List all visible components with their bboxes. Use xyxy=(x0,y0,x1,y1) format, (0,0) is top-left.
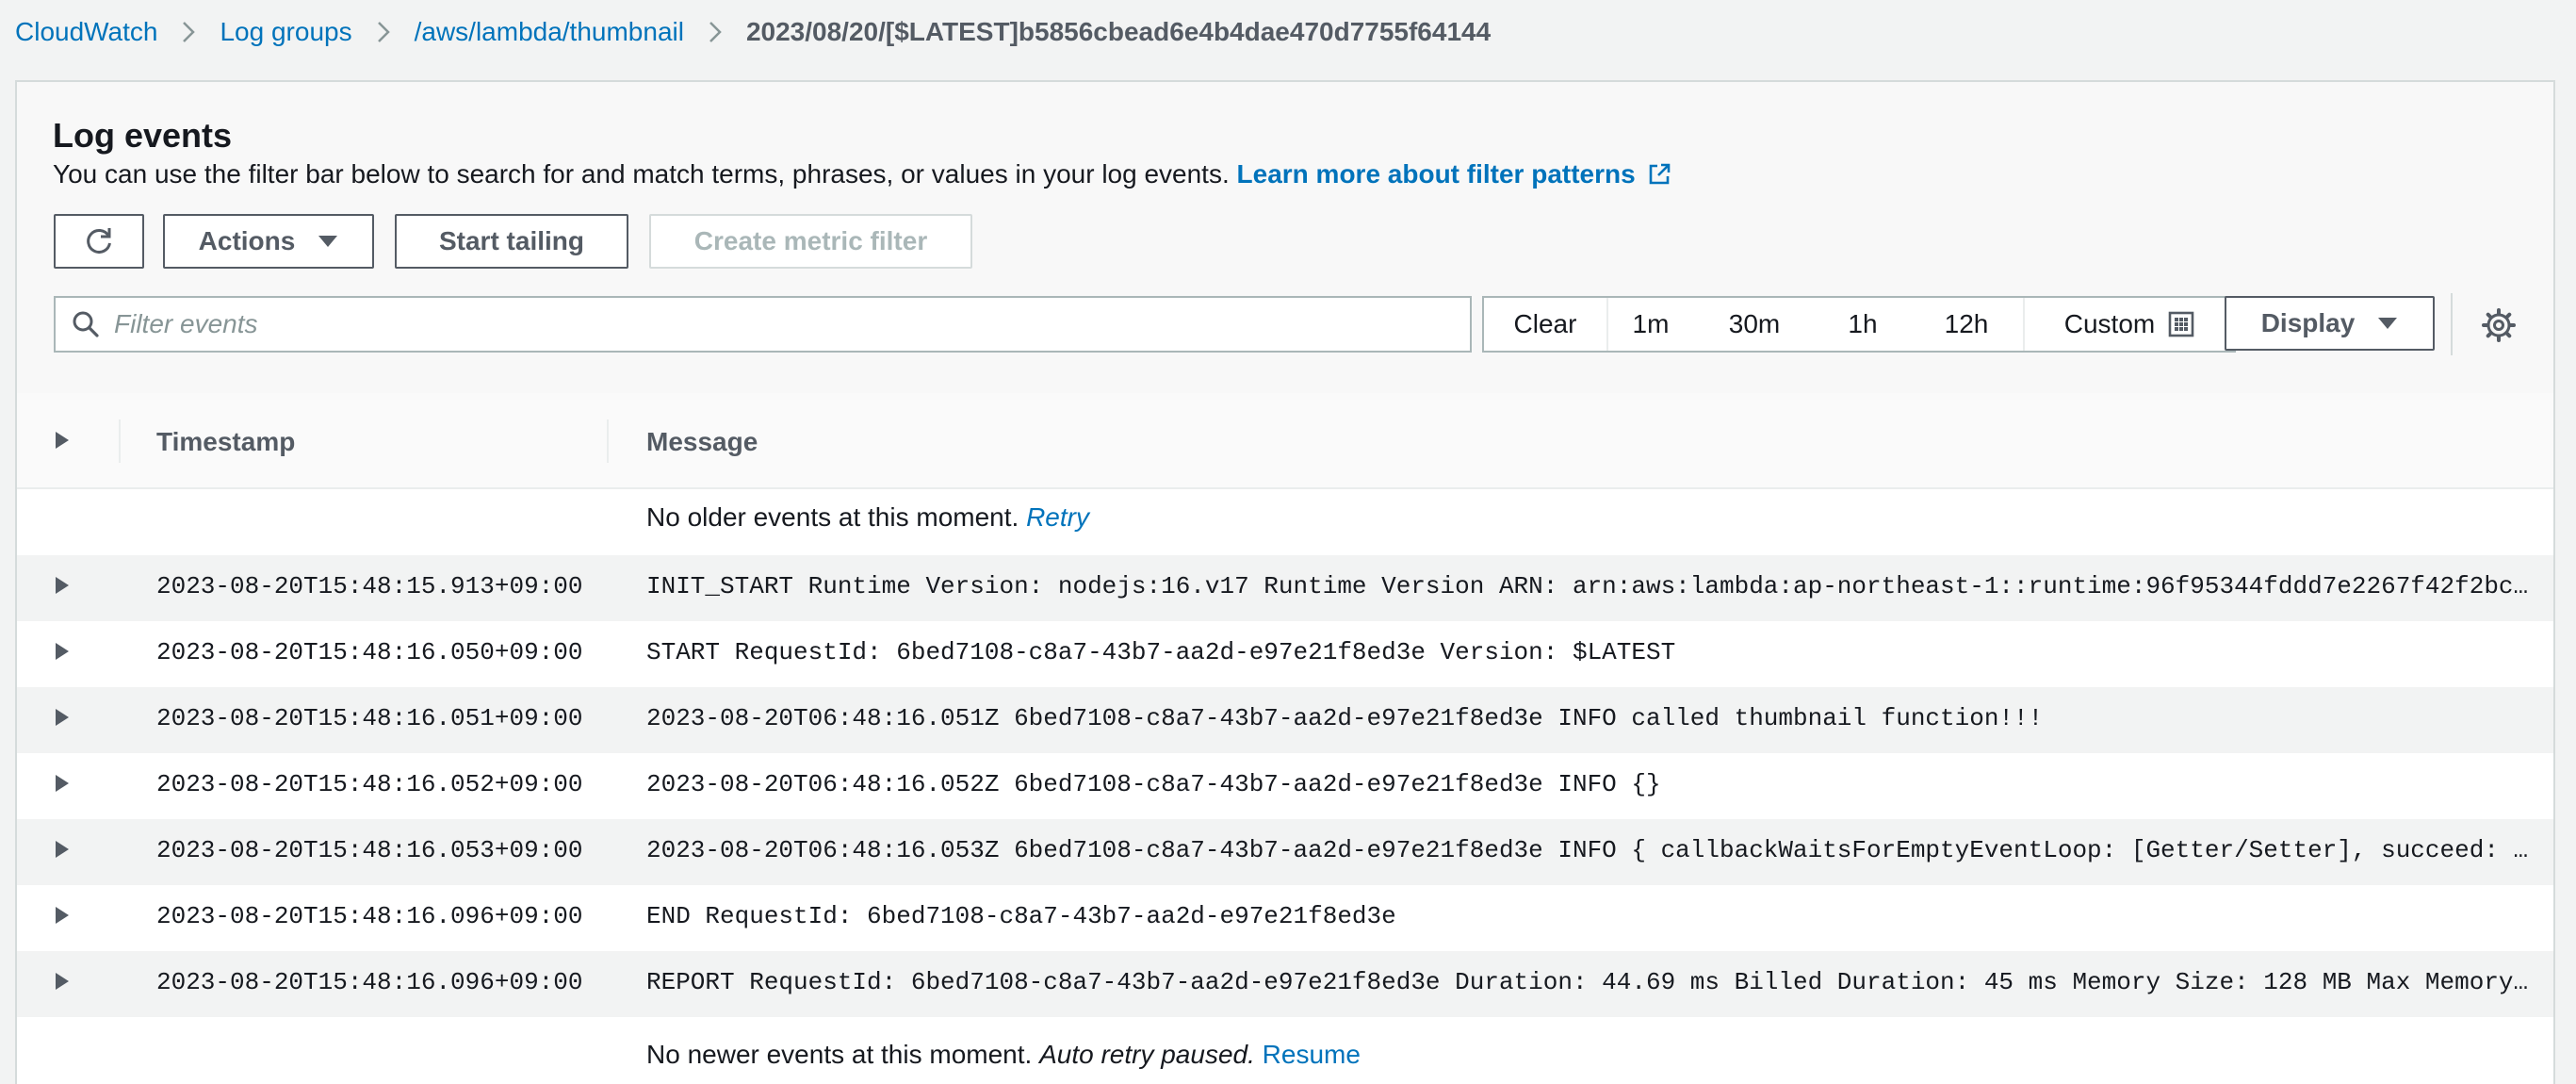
time-range-1m[interactable]: 1m xyxy=(1608,298,1693,351)
learn-more-link[interactable]: Learn more about filter patterns xyxy=(1237,159,1671,189)
refresh-icon xyxy=(87,228,111,254)
custom-label: Custom xyxy=(2063,309,2156,338)
time-range-12h[interactable]: 12h xyxy=(1910,298,2025,351)
refresh-button[interactable] xyxy=(54,214,144,269)
breadcrumb-log-group[interactable]: /aws/lambda/thumbnail xyxy=(415,17,684,47)
table-header: Timestamp Message xyxy=(17,393,2553,489)
row-message: START RequestId: 6bed7108-c8a7-43b7-aa2d… xyxy=(646,638,1676,666)
row-message: 2023-08-20T06:48:16.052Z 6bed7108-c8a7-4… xyxy=(646,770,1661,798)
chevron-right-icon xyxy=(182,21,196,43)
gear-icon[interactable] xyxy=(2482,308,2516,342)
panel-header: Log events You can use the filter bar be… xyxy=(17,82,2553,395)
resume-link[interactable]: Resume xyxy=(1263,1040,1361,1069)
row-timestamp: 2023-08-20T15:48:16.053+09:00 xyxy=(156,836,583,864)
column-divider xyxy=(607,419,609,463)
time-range-1h[interactable]: 1h xyxy=(1816,298,1910,351)
row-timestamp: 2023-08-20T15:48:16.051+09:00 xyxy=(156,704,583,732)
column-header-timestamp[interactable]: Timestamp xyxy=(156,427,295,457)
caret-down-icon xyxy=(318,236,338,247)
breadcrumb-current-stream: 2023/08/20/[$LATEST]b5856cbead6e4b4dae47… xyxy=(745,17,1492,46)
table-row[interactable]: 2023-08-20T15:48:16.051+09:00 2023-08-20… xyxy=(17,687,2553,753)
expand-arrow-icon[interactable] xyxy=(55,576,70,599)
filter-events-input[interactable] xyxy=(112,308,1435,340)
column-divider xyxy=(119,419,121,463)
column-header-message[interactable]: Message xyxy=(646,427,758,457)
description-text: You can use the filter bar below to sear… xyxy=(53,159,1230,189)
display-button[interactable]: Display xyxy=(2225,296,2435,351)
expand-arrow-icon[interactable] xyxy=(55,906,70,929)
search-icon xyxy=(71,309,101,339)
row-timestamp: 2023-08-20T15:48:16.050+09:00 xyxy=(156,638,583,666)
actions-label: Actions xyxy=(198,226,296,255)
newer-events-notice: No newer events at this moment. Auto ret… xyxy=(646,1040,1361,1070)
log-event-rows: 2023-08-20T15:48:15.913+09:00 INIT_START… xyxy=(17,555,2553,1017)
breadcrumb-log-groups[interactable]: Log groups xyxy=(220,17,351,47)
time-range-custom[interactable]: Custom xyxy=(2025,298,2234,351)
row-message: 2023-08-20T06:48:16.051Z 6bed7108-c8a7-4… xyxy=(646,704,2044,732)
actions-button[interactable]: Actions xyxy=(163,214,374,269)
expand-arrow-icon[interactable] xyxy=(55,774,70,797)
table-row[interactable]: 2023-08-20T15:48:16.050+09:00 START Requ… xyxy=(17,621,2553,687)
toolbar-divider xyxy=(2451,293,2453,355)
panel-description: You can use the filter bar below to sear… xyxy=(53,159,1671,189)
log-events-panel: Log events You can use the filter bar be… xyxy=(15,80,2555,1084)
time-range-selector: Clear 1m 30m 1h 12h Custom xyxy=(1482,296,2236,353)
table-row[interactable]: 2023-08-20T15:48:16.052+09:00 2023-08-20… xyxy=(17,753,2553,819)
filter-events-field xyxy=(54,296,1472,353)
table-row[interactable]: 2023-08-20T15:48:16.096+09:00 END Reques… xyxy=(17,885,2553,951)
breadcrumb-cloudwatch[interactable]: CloudWatch xyxy=(15,17,157,47)
table-row[interactable]: 2023-08-20T15:48:16.096+09:00 REPORT Req… xyxy=(17,951,2553,1017)
retry-link[interactable]: Retry xyxy=(1026,502,1089,532)
expand-arrow-icon[interactable] xyxy=(55,708,70,731)
start-tailing-button[interactable]: Start tailing xyxy=(395,214,628,269)
display-label: Display xyxy=(2260,308,2356,337)
page-title: Log events xyxy=(53,116,233,155)
expand-arrow-icon[interactable] xyxy=(55,972,70,995)
chevron-right-icon xyxy=(377,21,390,43)
table-row[interactable]: 2023-08-20T15:48:16.053+09:00 2023-08-20… xyxy=(17,819,2553,885)
row-message: REPORT RequestId: 6bed7108-c8a7-43b7-aa2… xyxy=(646,968,2536,996)
newer-notice-text: No newer events at this moment. xyxy=(646,1040,1033,1069)
row-message: END RequestId: 6bed7108-c8a7-43b7-aa2d-e… xyxy=(646,902,1396,930)
older-notice-text: No older events at this moment. xyxy=(646,502,1019,532)
create-metric-filter-button[interactable]: Create metric filter xyxy=(649,214,972,269)
time-range-30m[interactable]: 30m xyxy=(1693,298,1816,351)
caret-down-icon xyxy=(2378,318,2398,329)
time-range-clear[interactable]: Clear xyxy=(1484,298,1608,351)
expand-arrow-icon[interactable] xyxy=(55,840,70,863)
row-timestamp: 2023-08-20T15:48:15.913+09:00 xyxy=(156,572,583,600)
chevron-right-icon xyxy=(709,21,722,43)
breadcrumb: CloudWatch Log groups /aws/lambda/thumbn… xyxy=(15,0,1491,64)
older-events-notice: No older events at this moment. Retry xyxy=(646,502,1089,533)
row-message: 2023-08-20T06:48:16.053Z 6bed7108-c8a7-4… xyxy=(646,836,2536,864)
row-timestamp: 2023-08-20T15:48:16.052+09:00 xyxy=(156,770,583,798)
row-timestamp: 2023-08-20T15:48:16.096+09:00 xyxy=(156,902,583,930)
expand-all-icon[interactable] xyxy=(55,431,70,454)
row-message: INIT_START Runtime Version: nodejs:16.v1… xyxy=(646,572,2536,600)
calendar-icon xyxy=(2168,311,2194,337)
table-row[interactable]: 2023-08-20T15:48:15.913+09:00 INIT_START… xyxy=(17,555,2553,621)
row-timestamp: 2023-08-20T15:48:16.096+09:00 xyxy=(156,968,583,996)
auto-retry-paused-text: Auto retry paused. xyxy=(1039,1040,1255,1069)
learn-more-label: Learn more about filter patterns xyxy=(1236,159,1636,189)
external-link-icon xyxy=(1649,163,1671,185)
expand-arrow-icon[interactable] xyxy=(55,642,70,665)
